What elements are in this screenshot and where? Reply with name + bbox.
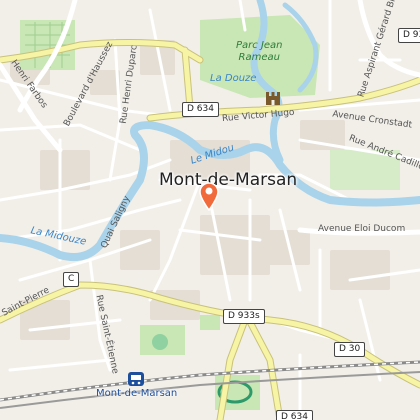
river-label-douze: La Douze bbox=[210, 73, 257, 84]
station-label: Mont-de-Marsan bbox=[96, 388, 178, 399]
road-shield-d933s: D 933s bbox=[223, 309, 265, 324]
train-station-icon bbox=[128, 372, 144, 386]
road-shield-d634: D 634 bbox=[182, 102, 219, 117]
street-label-eloi-ducom: Avenue Eloi Ducom bbox=[318, 224, 406, 234]
road-shield-c: C bbox=[63, 272, 80, 287]
road-shield-d634-south: D 634 bbox=[276, 410, 313, 420]
road-shield-d93: D 93 bbox=[398, 28, 420, 43]
park-label: Parc Jean Rameau bbox=[236, 40, 283, 63]
castle-icon bbox=[266, 92, 280, 105]
road-shield-d30: D 30 bbox=[334, 342, 366, 357]
map-view[interactable]: La Midouze Le Midou La Douze Parc Jean R… bbox=[0, 0, 420, 420]
city-label: Mont-de-Marsan bbox=[159, 170, 298, 190]
location-pin-icon[interactable] bbox=[198, 181, 220, 211]
